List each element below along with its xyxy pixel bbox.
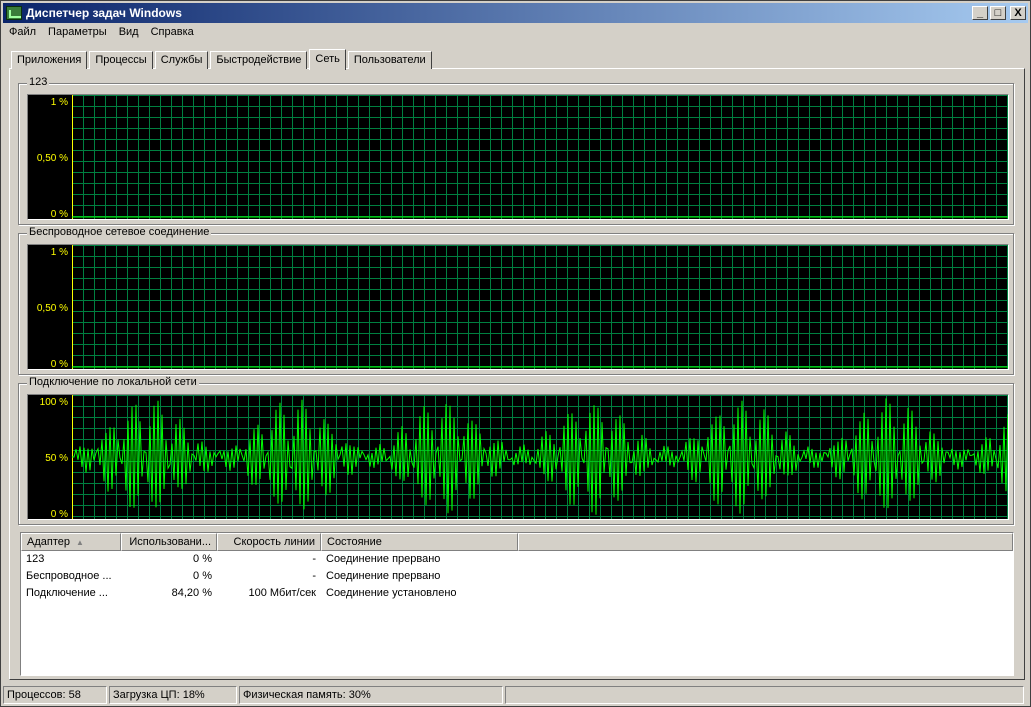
y-label-min: 0 % (50, 359, 68, 370)
tab-strip: Приложения Процессы Службы Быстродействи… (11, 49, 434, 70)
task-manager-window: Диспетчер задач Windows _ □ X Файл Парам… (0, 0, 1031, 707)
graph-plot (72, 95, 1008, 219)
table-row[interactable]: 123 0 % - Соединение прервано (21, 551, 1013, 568)
usage-trace (72, 398, 1008, 515)
cell-state: Соединение установлено (326, 587, 457, 599)
adapter-table[interactable]: Адаптер ▲ Использовани... Скорость линии … (20, 532, 1014, 676)
y-label-mid: 0,50 % (36, 303, 68, 314)
column-filler (518, 533, 1013, 551)
table-row[interactable]: Беспроводное ... 0 % - Соединение прерва… (21, 568, 1013, 585)
status-cpu: Загрузка ЦП: 18% (109, 686, 237, 704)
graph-plot (72, 245, 1008, 369)
column-link-speed[interactable]: Скорость линии (217, 533, 321, 551)
tab-processes[interactable]: Процессы (89, 51, 153, 69)
cell-usage: 0 % (193, 570, 212, 582)
graph-group-label: Подключение по локальной сети (27, 376, 199, 388)
cell-adapter: Беспроводное ... (26, 570, 112, 582)
menu-file[interactable]: Файл (3, 24, 42, 42)
sort-ascending-icon: ▲ (75, 538, 84, 547)
graph-group-label: 123 (27, 76, 50, 88)
cell-usage: 0 % (193, 553, 212, 565)
graph-group-wireless: Беспроводное сетевое соединение 1 % 0,50… (18, 226, 1014, 375)
cell-adapter: Подключение ... (26, 587, 108, 599)
y-label-max: 100 % (39, 397, 68, 408)
minimize-button[interactable]: _ (972, 6, 988, 20)
graph-group-123: 123 1 % 0,50 % 0 % (18, 76, 1014, 225)
tab-services[interactable]: Службы (154, 51, 209, 69)
tab-network[interactable]: Сеть (309, 49, 346, 70)
window-title: Диспетчер задач Windows (26, 6, 182, 20)
network-graph-123: 1 % 0,50 % 0 % (27, 94, 1009, 220)
maximize-button[interactable]: □ (990, 6, 1006, 20)
graph-plot (72, 395, 1008, 519)
menu-options[interactable]: Параметры (42, 24, 113, 42)
cell-link-speed: - (312, 570, 316, 582)
graph-group-label: Беспроводное сетевое соединение (27, 226, 212, 238)
close-button[interactable]: X (1010, 6, 1026, 20)
cell-state: Соединение прервано (326, 570, 441, 582)
status-processes: Процессов: 58 (3, 686, 107, 704)
column-state[interactable]: Состояние (321, 533, 518, 551)
y-label-mid: 50 % (45, 453, 68, 464)
cell-state: Соединение прервано (326, 553, 441, 565)
table-row[interactable]: Подключение ... 84,20 % 100 Мбит/сек Сое… (21, 585, 1013, 602)
column-adapter[interactable]: Адаптер ▲ (21, 533, 121, 551)
tab-performance[interactable]: Быстродействие (210, 51, 308, 69)
table-header: Адаптер ▲ Использовани... Скорость линии … (21, 533, 1013, 551)
network-graph-lan: 100 % 50 % 0 % (27, 394, 1009, 520)
cell-link-speed: - (312, 553, 316, 565)
cell-usage: 84,20 % (171, 587, 212, 599)
status-bar: Процессов: 58 Загрузка ЦП: 18% Физическа… (3, 686, 1028, 705)
cell-adapter: 123 (26, 553, 45, 565)
status-empty (505, 686, 1024, 704)
y-label-max: 1 % (50, 247, 68, 258)
tab-users[interactable]: Пользователи (347, 51, 432, 69)
menu-view[interactable]: Вид (113, 24, 145, 42)
tab-applications[interactable]: Приложения (11, 51, 88, 69)
status-memory: Физическая память: 30% (239, 686, 503, 704)
column-usage[interactable]: Использовани... (121, 533, 217, 551)
column-label: Адаптер (27, 536, 70, 548)
y-label-min: 0 % (50, 209, 68, 220)
graph-group-lan: Подключение по локальной сети 100 % 50 %… (18, 376, 1014, 525)
y-label-min: 0 % (50, 509, 68, 520)
y-label-mid: 0,50 % (36, 153, 68, 164)
task-manager-icon (6, 6, 22, 20)
y-label-max: 1 % (50, 97, 68, 108)
network-graph-wireless: 1 % 0,50 % 0 % (27, 244, 1009, 370)
menu-bar: Файл Параметры Вид Справка (3, 24, 200, 42)
title-bar[interactable]: Диспетчер задач Windows _ □ X (3, 3, 1028, 23)
cell-link-speed: 100 Мбит/сек (248, 587, 316, 599)
menu-help[interactable]: Справка (145, 24, 200, 42)
